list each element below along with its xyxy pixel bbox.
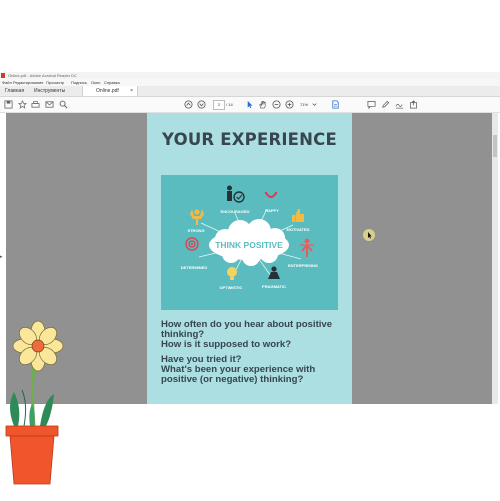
tab-bar: Главная Инструменты Online.pdf ×	[0, 86, 500, 97]
optimistic-icon	[227, 267, 237, 280]
zoom-dropdown-icon[interactable]	[312, 100, 317, 109]
pdf-app-icon	[1, 73, 5, 78]
file-icon[interactable]	[331, 100, 340, 109]
hand-tool-icon[interactable]	[258, 100, 267, 109]
page-number-input[interactable]: 2	[213, 100, 225, 110]
label-determined: DETERMINED	[181, 265, 208, 270]
strong-icon	[190, 209, 204, 225]
pen-icon[interactable]	[381, 100, 390, 109]
pdf-page: YOUR EXPERIENCE THINK POSITIVE ENCOURAGE…	[147, 113, 352, 404]
infographic-center-label: THINK POSITIVE	[215, 240, 283, 250]
label-motivated: MOTIVATED	[287, 227, 310, 232]
think-positive-infographic: THINK POSITIVE ENCOURAGED HAPPY MOTIVATE…	[161, 175, 338, 310]
menu-help[interactable]: Справка	[104, 79, 120, 86]
select-cursor-icon[interactable]	[245, 100, 254, 109]
title-bar: Online.pdf - Adobe Acrobat Reader DC	[0, 72, 500, 79]
enterprising-icon	[300, 238, 314, 257]
menu-view[interactable]: Просмотр	[46, 79, 64, 86]
share-icon[interactable]	[409, 100, 418, 109]
page-up-icon[interactable]	[184, 100, 193, 109]
question-line-3: How is it supposed to work?	[161, 339, 292, 350]
vertical-scrollbar[interactable]	[492, 113, 498, 404]
menu-window[interactable]: Окно	[91, 79, 100, 86]
infographic-graphic: THINK POSITIVE ENCOURAGED HAPPY MOTIVATE…	[181, 185, 318, 290]
menu-file[interactable]: Файл	[2, 79, 12, 86]
page-total: / 14	[226, 102, 233, 107]
label-pragmatic: PRAGMATIC	[262, 284, 286, 289]
page-down-icon[interactable]	[197, 100, 206, 109]
label-encouraged: ENCOURAGED	[221, 209, 250, 214]
zoom-level[interactable]: 71%	[300, 100, 308, 110]
toolbar: 2 / 14 71%	[0, 97, 500, 113]
tab-home[interactable]: Главная	[5, 86, 24, 96]
email-icon[interactable]	[45, 100, 54, 109]
pragmatic-icon	[268, 266, 280, 279]
sign-icon[interactable]	[395, 100, 404, 109]
label-strong: STRONG	[187, 228, 204, 233]
menu-sign[interactable]: Подпись	[71, 79, 87, 86]
tab-tools[interactable]: Инструменты	[34, 86, 65, 96]
search-icon[interactable]	[59, 100, 68, 109]
determined-icon	[185, 237, 199, 251]
menu-edit[interactable]: Редактирование	[13, 79, 43, 86]
page-heading: YOUR EXPERIENCE	[162, 130, 337, 149]
zoom-in-icon[interactable]	[285, 100, 294, 109]
save-icon[interactable]	[4, 100, 13, 109]
label-happy: HAPPY	[265, 208, 279, 213]
label-enterprising: ENTERPRISING	[288, 263, 318, 268]
print-icon[interactable]	[31, 100, 40, 109]
comment-icon[interactable]	[367, 100, 376, 109]
close-tab-icon[interactable]: ×	[130, 86, 133, 96]
flower-pot-decoration	[0, 316, 70, 496]
encouraged-icon	[227, 185, 245, 203]
bookmark-icon[interactable]	[18, 100, 27, 109]
label-optimistic: OPTIMISTIC	[220, 285, 243, 290]
panel-expand-icon[interactable]: ▸	[0, 254, 3, 260]
tab-document[interactable]: Online.pdf ×	[82, 86, 138, 96]
scrollbar-thumb[interactable]	[493, 135, 497, 157]
mouse-cursor-icon	[362, 228, 376, 242]
tab-document-label: Online.pdf	[96, 88, 119, 94]
zoom-out-icon[interactable]	[272, 100, 281, 109]
motivated-icon	[292, 209, 304, 222]
menu-bar: Файл Редактирование Просмотр Подпись Окн…	[0, 79, 500, 86]
happy-icon	[264, 191, 278, 198]
question-line-6: positive (or negative) thinking?	[161, 374, 304, 385]
window-title: Online.pdf - Adobe Acrobat Reader DC	[8, 73, 77, 78]
